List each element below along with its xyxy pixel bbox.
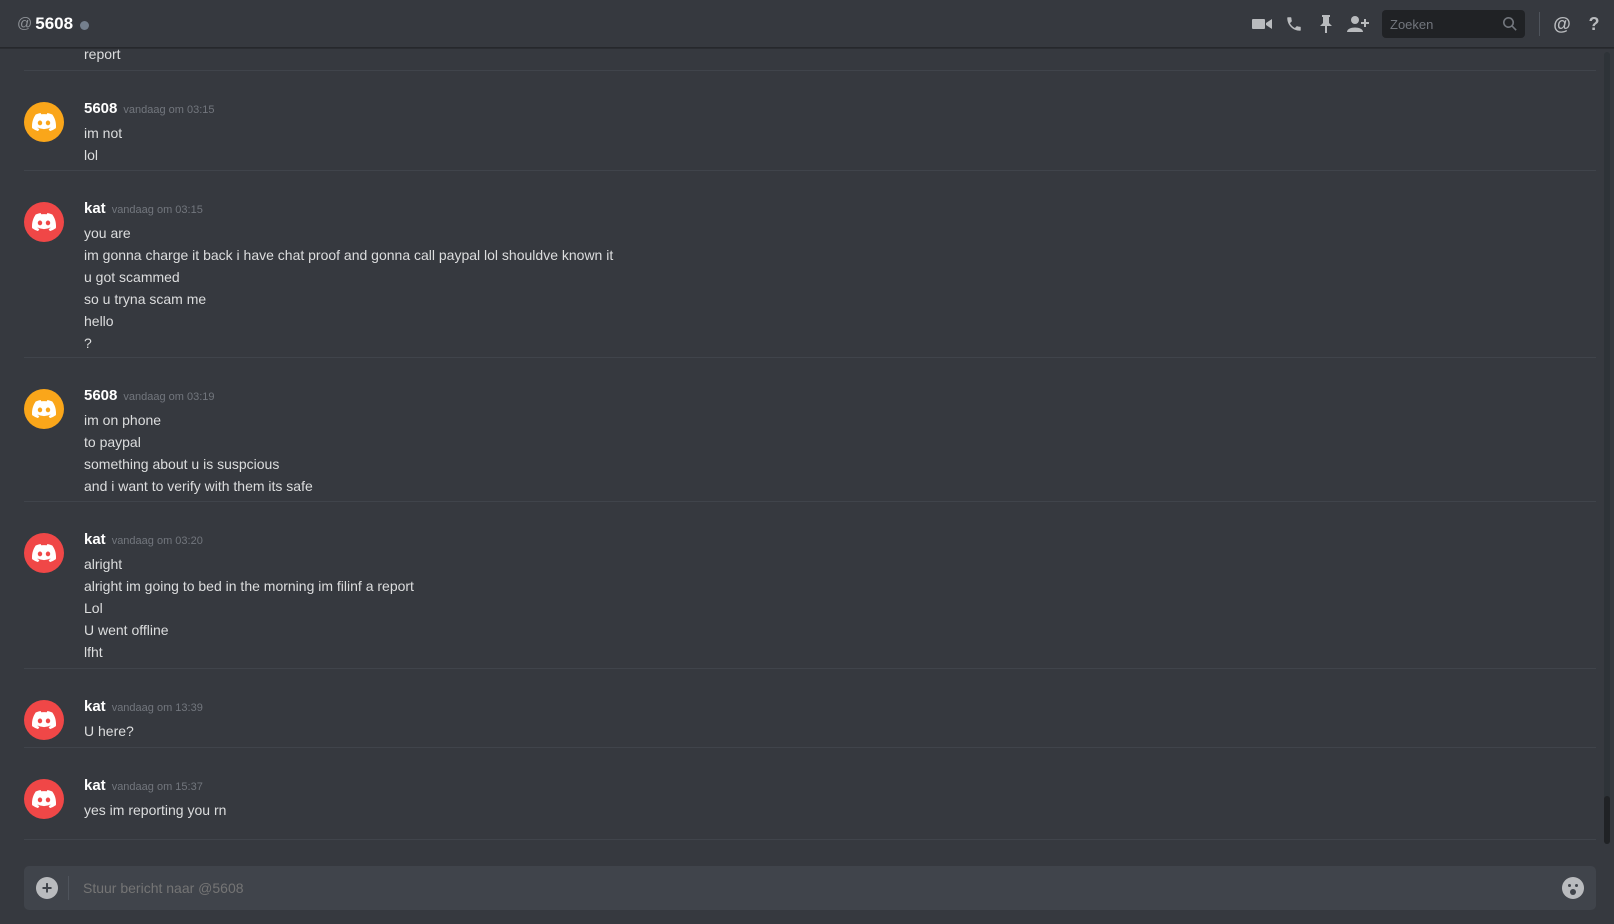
mention-icon[interactable]: @ xyxy=(1546,8,1578,40)
message-text: alright im going to bed in the morning i… xyxy=(84,578,414,594)
avatar[interactable] xyxy=(24,102,64,142)
discord-logo-icon xyxy=(32,113,56,131)
message-text: Lol xyxy=(84,600,103,616)
message-text: ? xyxy=(84,335,92,351)
message-separator xyxy=(24,70,1596,71)
composer-divider xyxy=(68,876,69,900)
at-symbol: @ xyxy=(17,15,33,32)
header-toolbar: Zoeken @ ? xyxy=(1246,0,1614,48)
scrollbar-track[interactable] xyxy=(1604,52,1610,844)
avatar[interactable] xyxy=(24,389,64,429)
message-text: U here? xyxy=(84,723,134,739)
message-text: U went offline xyxy=(84,622,169,638)
message-input[interactable] xyxy=(81,879,1562,897)
search-input[interactable]: Zoeken xyxy=(1382,10,1525,38)
message-list[interactable]: report 5608 vandaag om 03:15 im not lol kat v… xyxy=(0,49,1596,855)
message-composer: + xyxy=(24,866,1596,910)
avatar[interactable] xyxy=(24,779,64,819)
message-text: im on phone xyxy=(84,412,162,428)
message-timestamp: vandaag om 03:15 xyxy=(111,204,203,216)
author-name[interactable]: 5608 xyxy=(84,387,117,404)
message-author[interactable]: 5608 vandaag om 03:19 xyxy=(84,387,215,404)
search-placeholder: Zoeken xyxy=(1390,16,1434,32)
search-icon xyxy=(1503,17,1517,31)
message-body: you are im gonna charge it back i have ch… xyxy=(84,222,613,354)
message-author[interactable]: kat vandaag om 03:20 xyxy=(84,531,203,548)
message-text: im not xyxy=(84,125,123,141)
author-name[interactable]: kat xyxy=(84,531,106,548)
author-name[interactable]: kat xyxy=(84,777,106,794)
voice-call-icon[interactable] xyxy=(1278,8,1310,40)
message-separator xyxy=(24,839,1596,840)
message-timestamp: vandaag om 15:37 xyxy=(111,781,203,793)
message-text: to paypal xyxy=(84,434,141,450)
status-indicator xyxy=(80,20,90,30)
message-separator xyxy=(24,747,1596,748)
pin-icon[interactable] xyxy=(1310,8,1342,40)
avatar[interactable] xyxy=(24,700,64,740)
message-timestamp: vandaag om 03:20 xyxy=(111,535,203,547)
message-timestamp: vandaag om 13:39 xyxy=(111,702,203,714)
video-call-icon[interactable] xyxy=(1246,8,1278,40)
message-text: and i want to verify with them its safe xyxy=(84,478,313,494)
plus-circle-icon[interactable]: + xyxy=(36,877,58,899)
avatar[interactable] xyxy=(24,533,64,573)
message-author[interactable]: kat vandaag om 13:39 xyxy=(84,698,203,715)
message-text: lfht xyxy=(84,644,103,660)
message-text: u got scammed xyxy=(84,269,180,285)
message-text: lol xyxy=(84,147,99,163)
message-author[interactable]: kat vandaag om 15:37 xyxy=(84,777,203,794)
scrollbar-thumb[interactable] xyxy=(1604,796,1610,844)
message-separator xyxy=(24,170,1596,171)
message-body: im on phone to paypal something about u is… xyxy=(84,409,313,497)
message-body: im not lol xyxy=(84,122,122,166)
message-text: hello xyxy=(84,313,114,329)
emoji-icon[interactable] xyxy=(1562,877,1584,899)
message-timestamp: vandaag om 03:19 xyxy=(123,391,215,403)
discord-logo-icon xyxy=(32,213,56,231)
channel-name: 5608 xyxy=(35,13,74,33)
discord-logo-icon xyxy=(32,544,56,562)
message-author[interactable]: 5608 vandaag om 03:15 xyxy=(84,100,215,117)
message-text: im gonna charge it back i have chat proo… xyxy=(84,247,614,263)
message-text: something about u is suspcious xyxy=(84,456,280,472)
author-name[interactable]: kat xyxy=(84,698,106,715)
message-text: yes im reporting you rn xyxy=(84,802,227,818)
author-name[interactable]: 5608 xyxy=(84,100,117,117)
message-separator xyxy=(24,668,1596,669)
author-name[interactable]: kat xyxy=(84,200,106,217)
avatar[interactable] xyxy=(24,202,64,242)
message-body: U here? xyxy=(84,720,134,742)
discord-logo-icon xyxy=(32,711,56,729)
message-body: yes im reporting you rn xyxy=(84,799,226,821)
message-timestamp: vandaag om 03:15 xyxy=(123,104,215,116)
message-author[interactable]: kat vandaag om 03:15 xyxy=(84,200,203,217)
toolbar-divider xyxy=(1539,12,1540,36)
message-text: alright xyxy=(84,556,123,572)
message-separator xyxy=(24,501,1596,502)
discord-logo-icon xyxy=(32,400,56,418)
message-text: you are xyxy=(84,225,131,241)
add-friend-icon[interactable] xyxy=(1342,8,1374,40)
help-icon[interactable]: ? xyxy=(1578,8,1610,40)
channel-header: @ 5608 Zoeken @ ? xyxy=(0,0,1614,48)
discord-logo-icon xyxy=(32,790,56,808)
message-separator xyxy=(24,357,1596,358)
message-text: so u tryna scam me xyxy=(84,291,207,307)
message-body: alright alright im going to bed in the mo… xyxy=(84,553,414,663)
message-text: report xyxy=(84,49,121,62)
